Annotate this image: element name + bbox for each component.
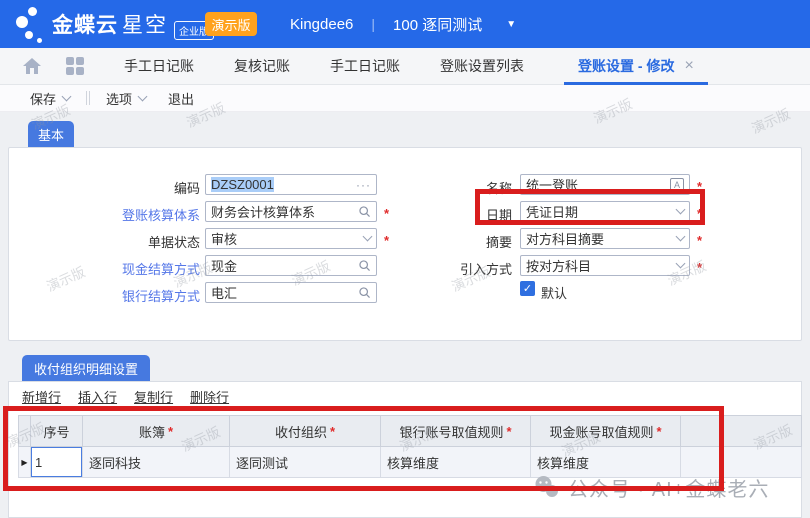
action-toolbar: 保存 选项 退出 (0, 85, 810, 112)
date-select[interactable]: 凭证日期 (520, 201, 690, 222)
save-button[interactable]: 保存 (30, 89, 70, 108)
tab-review-posting[interactable]: 复核记账 (234, 56, 290, 76)
document-status-label: 单据状态 (8, 232, 200, 251)
demo-version-badge: 演示版 (205, 12, 257, 36)
header-filler (681, 415, 802, 447)
required-mark: * (330, 424, 335, 439)
header-seq: 序号 (31, 415, 83, 447)
row-arrow-icon: ▶ (21, 458, 27, 467)
bank-settlement-method-label[interactable]: 银行结算方式 (8, 286, 200, 305)
menu-grid-icon[interactable] (66, 57, 84, 75)
kingdee-logo-icon (12, 2, 48, 46)
product-name: Kingdee6 (290, 16, 353, 33)
home-icon[interactable] (22, 57, 42, 75)
kingdee-logo: 金蝶云 星空 企业版 (12, 2, 214, 46)
name-input[interactable]: 统一登账 A (520, 174, 690, 195)
required-mark: * (506, 424, 511, 439)
header-bank-account-rule: 银行账号取值规则* (381, 415, 531, 447)
app-window: 金蝶云 星空 企业版 演示版 Kingdee6 | 100 逐同测试 ▼ 手工日… (0, 0, 810, 518)
chevron-down-icon (138, 91, 148, 101)
toolbar-divider (86, 91, 90, 105)
tab-manual-journal-1[interactable]: 手工日记账 (124, 56, 194, 76)
posting-accounting-system-label[interactable]: 登账核算体系 (8, 205, 200, 224)
required-mark: * (656, 424, 661, 439)
import-method-label: 引入方式 (360, 259, 512, 278)
tab-basic[interactable]: 基本 (28, 121, 74, 147)
caret-down-icon[interactable]: ▼ (506, 19, 516, 30)
cash-settlement-method-label[interactable]: 现金结算方式 (8, 259, 200, 278)
default-checkbox-label: 默认 (541, 283, 567, 302)
cash-settlement-method-input[interactable]: 现金 (205, 255, 377, 276)
code-label: 编码 (8, 178, 200, 197)
tab-manual-journal-2[interactable]: 手工日记账 (330, 56, 400, 76)
page-tabbar: 手工日记账 复核记账 手工日记账 登账设置列表 登账设置 - 修改 × (0, 48, 810, 85)
chevron-down-icon (676, 205, 686, 215)
table-header-row: 序号 账簿* 收付组织* 银行账号取值规则* 现金账号取值规则* (18, 415, 802, 447)
insert-row-button[interactable]: 插入行 (78, 387, 117, 406)
exit-button[interactable]: 退出 (168, 89, 194, 108)
required-mark: * (697, 233, 702, 248)
required-mark: * (697, 179, 702, 194)
footer-watermark-text: 公众号 · AI+金蝶老六 (568, 473, 769, 502)
datacenter-selector[interactable]: Kingdee6 | 100 逐同测试 ▼ (290, 0, 516, 48)
code-input[interactable]: DZSZ0001 ··· (205, 174, 377, 195)
search-icon[interactable] (358, 286, 371, 299)
grid-actions: 新增行 插入行 复制行 删除行 (22, 387, 229, 406)
cell-seq[interactable]: 1 (31, 447, 83, 478)
default-checkbox[interactable]: ✓ (520, 281, 535, 296)
options-button[interactable]: 选项 (106, 89, 146, 108)
row-indicator: ▶ (18, 447, 31, 478)
close-icon[interactable]: × (684, 57, 693, 75)
topbar-divider: | (371, 16, 375, 32)
header-row-selector (18, 415, 31, 447)
name-label: 名称 (360, 178, 512, 197)
required-mark: * (168, 424, 173, 439)
topbar: 金蝶云 星空 企业版 演示版 Kingdee6 | 100 逐同测试 ▼ (0, 0, 810, 48)
bank-settlement-method-input[interactable]: 电汇 (205, 282, 377, 303)
date-label: 日期 (360, 205, 512, 224)
copy-row-button[interactable]: 复制行 (134, 387, 173, 406)
cell-payment-org[interactable]: 逐同测试 (230, 447, 381, 478)
footer-watermark: 公众号 · AI+金蝶老六 (533, 473, 769, 502)
required-mark: * (697, 260, 702, 275)
chevron-down-icon (676, 259, 686, 269)
active-tab-label: 登账设置 - 修改 (578, 56, 674, 76)
posting-accounting-system-input[interactable]: 财务会计核算体系 (205, 201, 377, 222)
tab-posting-setting-edit-active[interactable]: 登账设置 - 修改 × (564, 48, 708, 85)
brand-sub-name: 星空 (122, 9, 168, 39)
summary-label: 摘要 (360, 232, 512, 251)
header-account-book: 账簿* (83, 415, 230, 447)
chevron-down-icon (62, 91, 72, 101)
cell-account-book[interactable]: 逐同科技 (83, 447, 230, 478)
add-row-button[interactable]: 新增行 (22, 387, 61, 406)
account-name: 100 逐同测试 (393, 14, 482, 35)
multilanguage-icon[interactable]: A (670, 178, 684, 191)
detail-table: 序号 账簿* 收付组织* 银行账号取值规则* 现金账号取值规则* ▶ 1 逐同科… (18, 415, 802, 478)
brand-name: 金蝶云 (52, 9, 118, 39)
wechat-icon (533, 474, 560, 501)
header-cash-account-rule: 现金账号取值规则* (531, 415, 681, 447)
tab-payment-org-detail-settings[interactable]: 收付组织明细设置 (22, 355, 150, 381)
document-status-select[interactable]: 审核 (205, 228, 377, 249)
chevron-down-icon (676, 232, 686, 242)
cell-bank-account-rule[interactable]: 核算维度 (381, 447, 531, 478)
required-mark: * (697, 206, 702, 221)
delete-row-button[interactable]: 删除行 (190, 387, 229, 406)
import-method-select[interactable]: 按对方科目 (520, 255, 690, 276)
summary-select[interactable]: 对方科目摘要 (520, 228, 690, 249)
header-payment-org: 收付组织* (230, 415, 381, 447)
tab-posting-setting-list[interactable]: 登账设置列表 (440, 56, 524, 76)
